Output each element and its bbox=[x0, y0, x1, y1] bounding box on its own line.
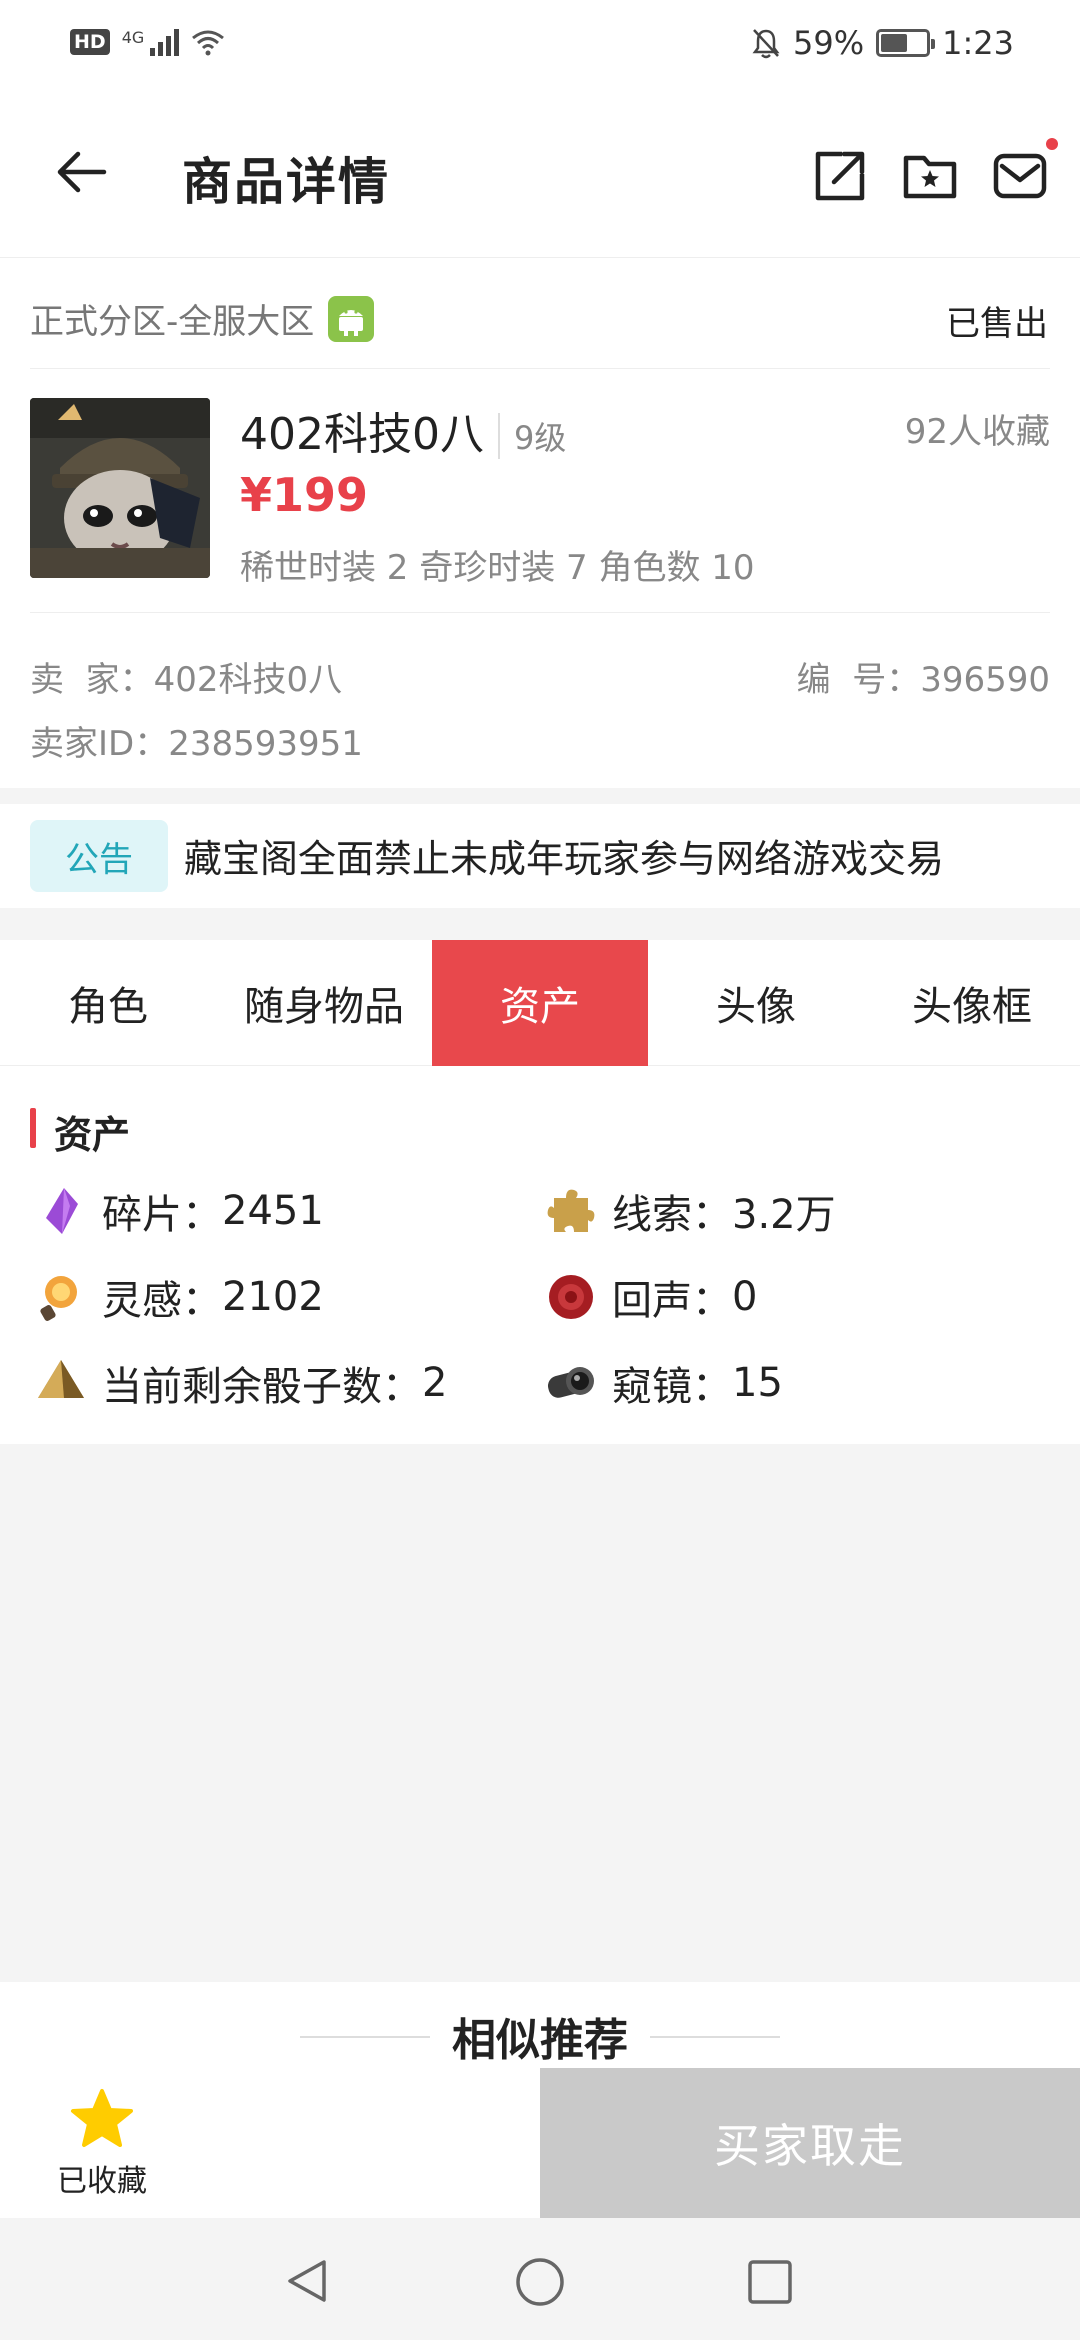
nav-back-icon[interactable] bbox=[282, 2256, 332, 2306]
section-title: 资产 bbox=[54, 1113, 131, 1157]
asset-echo: 回声： 0 bbox=[544, 1268, 757, 1326]
account-title: 402科技0八 9级 bbox=[240, 398, 566, 462]
asset-value: 2451 bbox=[222, 1188, 324, 1234]
collect-label: 已收藏 bbox=[57, 2164, 147, 2199]
tab-assets[interactable]: 资产 bbox=[432, 940, 648, 1066]
serial-number: 编 号：396590 bbox=[796, 660, 1050, 700]
divider bbox=[30, 368, 1050, 369]
clock: 1:23 bbox=[942, 24, 1014, 62]
notice-text: 藏宝阁全面禁止未成年玩家参与网络游戏交易 bbox=[184, 837, 945, 881]
similar-title: 相似推荐 bbox=[452, 2015, 628, 2066]
tab-roles[interactable]: 角色 bbox=[0, 940, 216, 1066]
battery-percent: 59% bbox=[793, 24, 865, 62]
asset-shards: 碎片： 2451 bbox=[34, 1182, 324, 1240]
asset-label: 当前剩余骰子数： bbox=[102, 1364, 422, 1410]
asset-inspiration: 灵感： 2102 bbox=[34, 1268, 324, 1326]
top-app-bar: 商品详情 bbox=[0, 96, 1080, 258]
star-icon bbox=[71, 2089, 133, 2147]
asset-telescope: 窥镜： 15 bbox=[544, 1354, 783, 1412]
item-summary: 稀世时装 2 奇珍时装 7 角色数 10 bbox=[240, 548, 755, 588]
asset-value: 2102 bbox=[222, 1274, 324, 1320]
network-type: 4G bbox=[121, 28, 145, 47]
favorite-count: 92人收藏 bbox=[904, 412, 1050, 452]
shard-icon bbox=[46, 1188, 78, 1234]
assets-section: 资产 碎片： 2451 线索： 3.2万 灵感： 2102 回声： 0 当前剩余… bbox=[0, 1066, 1080, 1444]
asset-value: 0 bbox=[732, 1274, 758, 1320]
inspiration-icon bbox=[40, 1276, 77, 1321]
zone-label: 正式分区-全服大区 bbox=[30, 302, 315, 342]
notice-bar[interactable]: 公告 藏宝阁全面禁止未成年玩家参与网络游戏交易 bbox=[0, 804, 1080, 908]
hd-badge: HD bbox=[70, 29, 110, 55]
seller-id: 卖家ID：238593951 bbox=[30, 724, 363, 764]
asset-label: 窥镜： bbox=[612, 1364, 732, 1410]
notification-dot bbox=[1046, 138, 1058, 150]
asset-clues: 线索： 3.2万 bbox=[544, 1182, 836, 1240]
tab-carried-items[interactable]: 随身物品 bbox=[216, 940, 432, 1066]
echo-icon bbox=[549, 1275, 593, 1319]
status-bar: HD 4G 59% 1:23 bbox=[0, 0, 1080, 96]
asset-label: 灵感： bbox=[102, 1278, 222, 1324]
share-icon[interactable] bbox=[812, 148, 868, 204]
account-level: 9级 bbox=[497, 413, 566, 459]
page-title: 商品详情 bbox=[182, 153, 390, 211]
system-nav-bar bbox=[0, 2218, 1080, 2340]
signal-icon bbox=[150, 28, 180, 56]
mail-icon[interactable] bbox=[992, 148, 1048, 204]
dice-icon bbox=[38, 1360, 84, 1398]
asset-label: 碎片： bbox=[102, 1192, 222, 1238]
listing-card: 正式分区-全服大区 已售出 402科技0八 9级 92人收藏 ¥199 稀世时装… bbox=[0, 258, 1080, 788]
buyer-taken-button[interactable]: 买家取走 bbox=[540, 2068, 1080, 2218]
battery-icon bbox=[876, 29, 936, 57]
asset-value: 2 bbox=[422, 1360, 448, 1406]
puzzle-icon bbox=[547, 1189, 595, 1232]
character-avatar[interactable] bbox=[30, 398, 210, 578]
seller-name: 卖 家：402科技0八 bbox=[30, 660, 343, 700]
mute-bell-icon bbox=[752, 29, 780, 59]
sale-status: 已售出 bbox=[946, 304, 1048, 344]
server-zone: 正式分区-全服大区 bbox=[30, 294, 375, 343]
status-left: HD 4G bbox=[70, 28, 225, 56]
asset-dice: 当前剩余骰子数： 2 bbox=[34, 1354, 447, 1412]
bottom-action-bar: 已收藏 买家取走 bbox=[0, 2068, 1080, 2218]
tab-avatar[interactable]: 头像 bbox=[648, 940, 864, 1066]
asset-value: 3.2万 bbox=[732, 1192, 836, 1238]
section-marker bbox=[30, 1108, 36, 1148]
status-right: 59% 1:23 bbox=[751, 24, 1014, 62]
similar-recommend-header: 相似推荐 bbox=[0, 1982, 1080, 2072]
android-icon bbox=[328, 295, 375, 342]
nav-home-icon[interactable] bbox=[514, 2256, 566, 2308]
notice-tag: 公告 bbox=[30, 820, 168, 892]
price: ¥199 bbox=[240, 468, 369, 522]
favorite-folder-icon[interactable] bbox=[902, 148, 958, 204]
collect-button[interactable]: 已收藏 bbox=[50, 2088, 154, 2200]
nav-recents-icon[interactable] bbox=[746, 2258, 794, 2306]
asset-value: 15 bbox=[732, 1360, 783, 1406]
wifi-icon bbox=[192, 30, 225, 56]
divider bbox=[30, 612, 1050, 613]
category-tabs: 角色 随身物品 资产 头像 头像框 bbox=[0, 940, 1080, 1066]
telescope-icon bbox=[547, 1367, 594, 1398]
back-arrow-icon[interactable] bbox=[52, 142, 112, 202]
asset-label: 线索： bbox=[612, 1192, 732, 1238]
asset-label: 回声： bbox=[612, 1278, 732, 1324]
account-name: 402科技0八 bbox=[240, 409, 484, 460]
tab-avatar-frame[interactable]: 头像框 bbox=[864, 940, 1080, 1066]
